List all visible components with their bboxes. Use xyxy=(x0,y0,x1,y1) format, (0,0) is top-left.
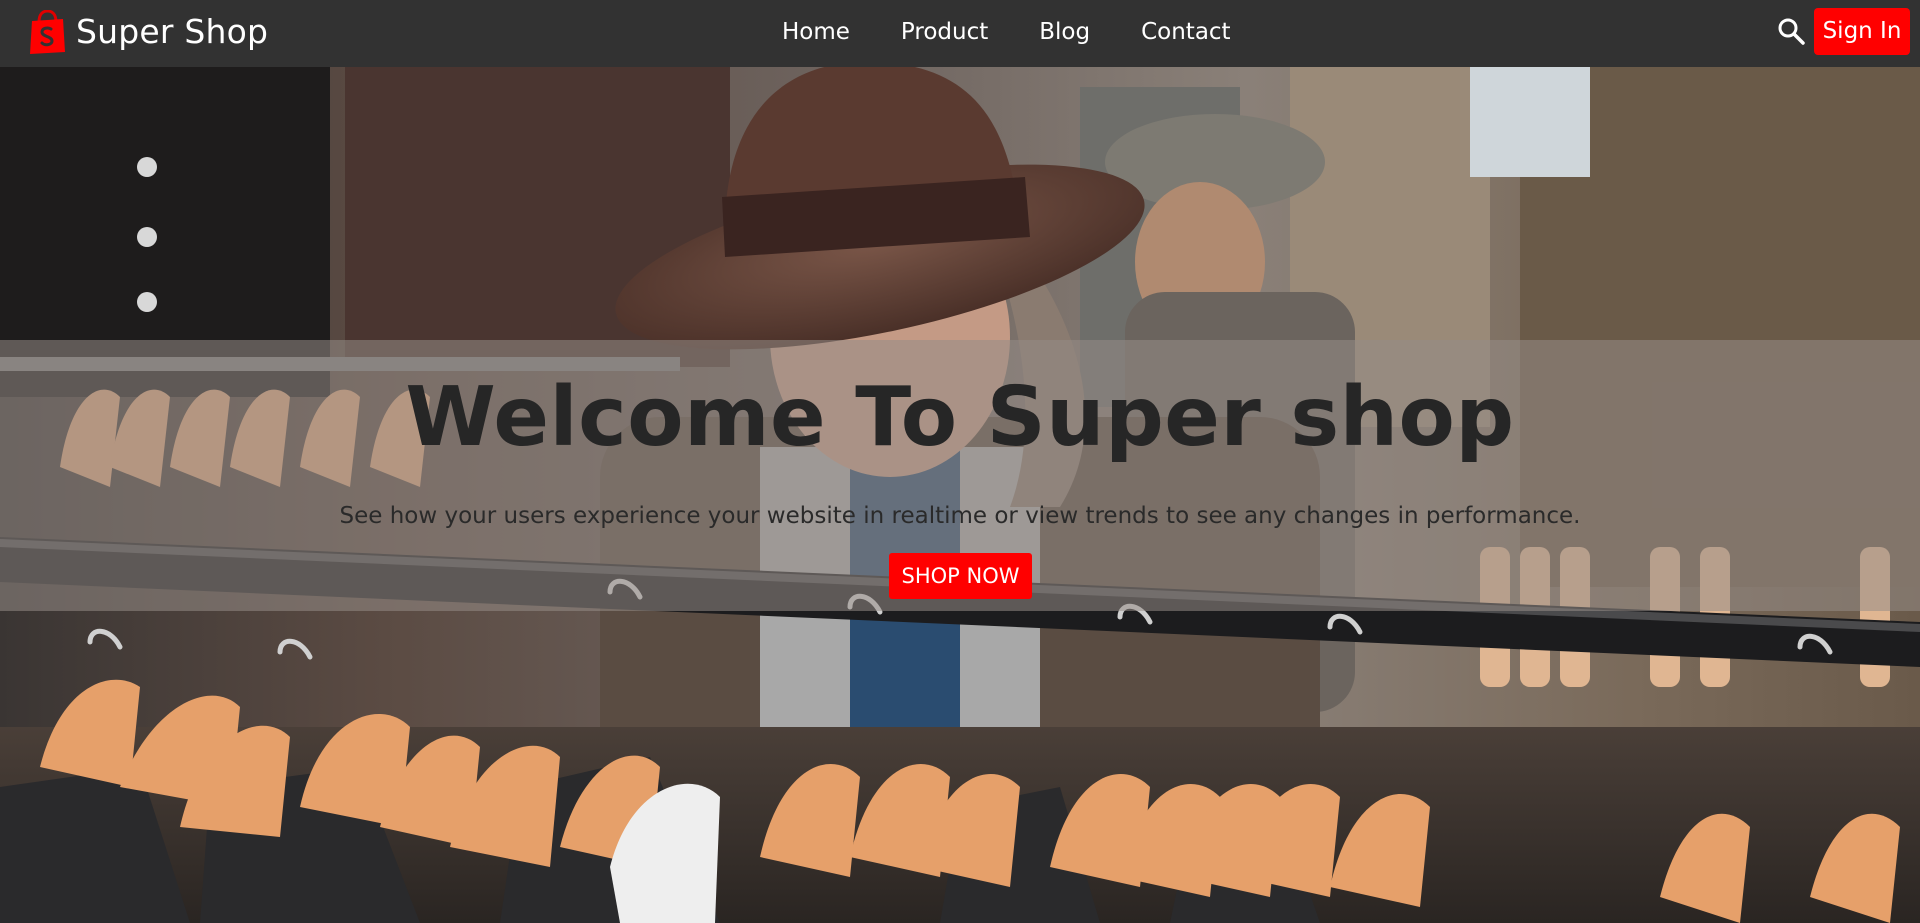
brand-name: Super Shop xyxy=(76,12,269,51)
sign-in-button[interactable]: Sign In xyxy=(1814,8,1910,55)
nav-link-product[interactable]: Product xyxy=(901,15,988,49)
hero-title: Welcome To Super shop xyxy=(405,370,1515,465)
nav-link-contact[interactable]: Contact xyxy=(1141,15,1230,49)
shop-now-button[interactable]: SHOP NOW xyxy=(889,553,1032,599)
search-icon[interactable] xyxy=(1776,16,1806,46)
hero-subtitle: See how your users experience your websi… xyxy=(339,503,1581,529)
brand-link[interactable]: Super Shop xyxy=(29,10,268,54)
shopify-bag-icon xyxy=(30,10,65,54)
navbar: Super Shop Home Product Blog Contact Sig… xyxy=(0,0,1920,67)
main-nav: Home Product Blog Contact xyxy=(782,15,1231,49)
hero-section: Welcome To Super shop See how your users… xyxy=(0,67,1920,923)
nav-link-blog[interactable]: Blog xyxy=(1039,15,1090,49)
nav-link-home[interactable]: Home xyxy=(782,15,850,49)
